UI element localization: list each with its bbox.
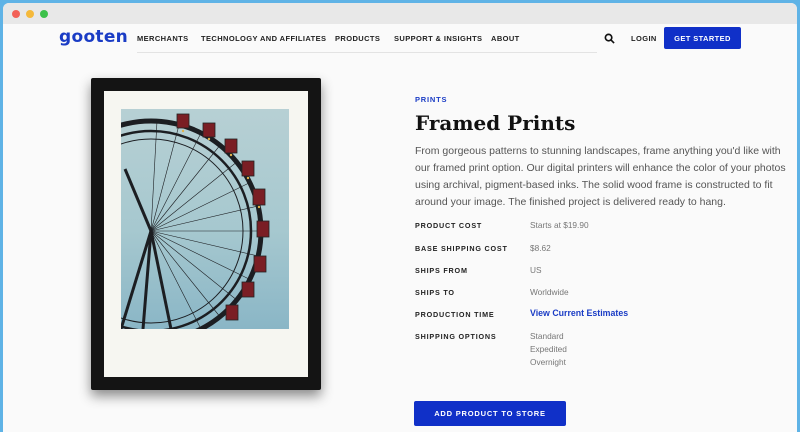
site-header: gooten MERCHANTS TECHNOLOGY AND AFFILIAT… bbox=[3, 24, 797, 56]
shipping-option-overnight: Overnight bbox=[530, 357, 566, 367]
close-window-icon[interactable] bbox=[12, 9, 20, 18]
spec-label-production-time: PRODUCTION TIME bbox=[415, 310, 495, 319]
spec-value-base-shipping: $8.62 bbox=[530, 243, 551, 253]
maximize-window-icon[interactable] bbox=[40, 9, 48, 18]
add-product-to-store-button[interactable]: ADD PRODUCT TO STORE bbox=[414, 401, 566, 426]
nav-item-about[interactable]: ABOUT bbox=[491, 34, 520, 43]
product-category[interactable]: PRINTS bbox=[415, 95, 447, 104]
search-icon[interactable] bbox=[604, 33, 615, 44]
ferris-wheel-illustration bbox=[121, 113, 270, 329]
spec-value-ships-from: US bbox=[530, 265, 542, 275]
get-started-button[interactable]: GET STARTED bbox=[664, 27, 741, 49]
nav-item-merchants[interactable]: MERCHANTS bbox=[137, 34, 189, 43]
framed-print-image bbox=[91, 78, 321, 390]
browser-window: gooten MERCHANTS TECHNOLOGY AND AFFILIAT… bbox=[3, 3, 797, 432]
spec-label-base-shipping: BASE SHIPPING COST bbox=[415, 244, 508, 253]
spec-label-product-cost: PRODUCT COST bbox=[415, 221, 483, 230]
nav-divider bbox=[137, 52, 597, 53]
minimize-window-icon[interactable] bbox=[26, 9, 34, 18]
spec-label-shipping-options: SHIPPING OPTIONS bbox=[415, 332, 497, 341]
spec-label-ships-from: SHIPS FROM bbox=[415, 266, 468, 275]
shipping-option-standard: Standard bbox=[530, 331, 564, 341]
product-title: Framed Prints bbox=[415, 111, 576, 135]
spec-value-product-cost: Starts at $19.90 bbox=[530, 220, 589, 230]
ferris-wheel-photo bbox=[121, 109, 289, 329]
nav-item-technology[interactable]: TECHNOLOGY AND AFFILIATES bbox=[201, 34, 326, 43]
spec-value-ships-to: Worldwide bbox=[530, 287, 569, 297]
view-current-estimates-link[interactable]: View Current Estimates bbox=[530, 308, 628, 318]
shipping-option-expedited: Expedited bbox=[530, 344, 567, 354]
nav-item-products[interactable]: PRODUCTS bbox=[335, 34, 380, 43]
login-link[interactable]: LOGIN bbox=[631, 34, 657, 43]
gooten-logo[interactable]: gooten bbox=[59, 27, 128, 47]
product-description: From gorgeous patterns to stunning lands… bbox=[415, 145, 786, 208]
spec-label-ships-to: SHIPS TO bbox=[415, 288, 455, 297]
browser-titlebar bbox=[3, 3, 797, 24]
print-mat bbox=[104, 91, 308, 377]
nav-item-support[interactable]: SUPPORT & INSIGHTS bbox=[394, 34, 482, 43]
